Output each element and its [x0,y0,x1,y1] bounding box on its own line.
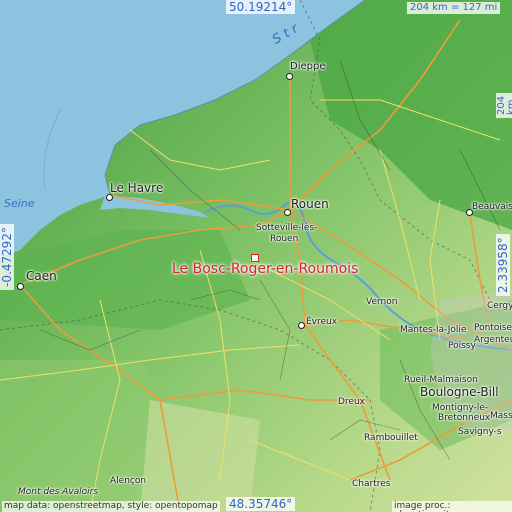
lat-top-label: 50.19214° [226,0,296,14]
le-havre-marker [106,194,113,201]
peak-avaloirs: Mont des Avaloirs [18,487,99,497]
city-sotteville-line2: Rouen [270,234,299,244]
city-caen: Caen [26,269,57,283]
city-boulogne: Boulogne-Bill [420,385,499,399]
rouen-marker [284,209,291,216]
vertical-scale: 204 km = 127 mi [496,92,512,118]
city-sotteville: Sotteville-lès- [256,223,318,233]
city-montigny: Montigny-le- [432,403,489,413]
lat-bottom-label: 48.35746° [226,497,296,511]
city-savigny: Savigny-s [458,427,502,437]
seine-label: Seine [4,197,35,210]
terrain-map[interactable]: S t r Seine Dieppe Le Havre Rouen Sottev… [0,0,512,512]
dieppe-marker [286,73,293,80]
city-rambouillet: Rambouillet [364,433,418,443]
city-dreux: Dreux [338,397,365,407]
city-vernon: Vernon [366,297,398,307]
city-massy: Massy [490,411,512,421]
city-rouen: Rouen [291,197,329,211]
attribution-right: image proc.: elevation.city [392,501,512,512]
attribution-left: map data: openstreetmap, style: opentopo… [2,501,220,512]
lon-right-label: 2.33958° [496,234,510,296]
city-poissy: Poissy [448,341,476,351]
city-le-havre: Le Havre [110,181,164,195]
evreux-marker [298,322,305,329]
city-mantes: Mantes-la-Jolie [400,325,467,335]
city-bretonneux: Bretonneux [438,413,491,423]
perche-hills [140,400,260,512]
city-alencon: Alençon [110,476,147,486]
lon-left-label: -0.47292° [0,224,14,290]
city-dieppe: Dieppe [290,61,326,72]
city-evreux: Évreux [306,317,338,327]
caen-marker [17,283,24,290]
selected-place-label: Le Bosc-Roger-en-Roumois [172,261,359,277]
city-pontoise: Pontoise [474,323,512,333]
city-argenteuil: Argenteuil [474,335,512,345]
horizontal-scale: 204 km = 127 mi [407,2,501,14]
city-beauvais: Beauvais [472,202,512,212]
city-chartres: Chartres [352,479,391,489]
city-rueil: Rueil-Malmaison [404,375,478,385]
city-cergy: Cergy [487,301,512,311]
